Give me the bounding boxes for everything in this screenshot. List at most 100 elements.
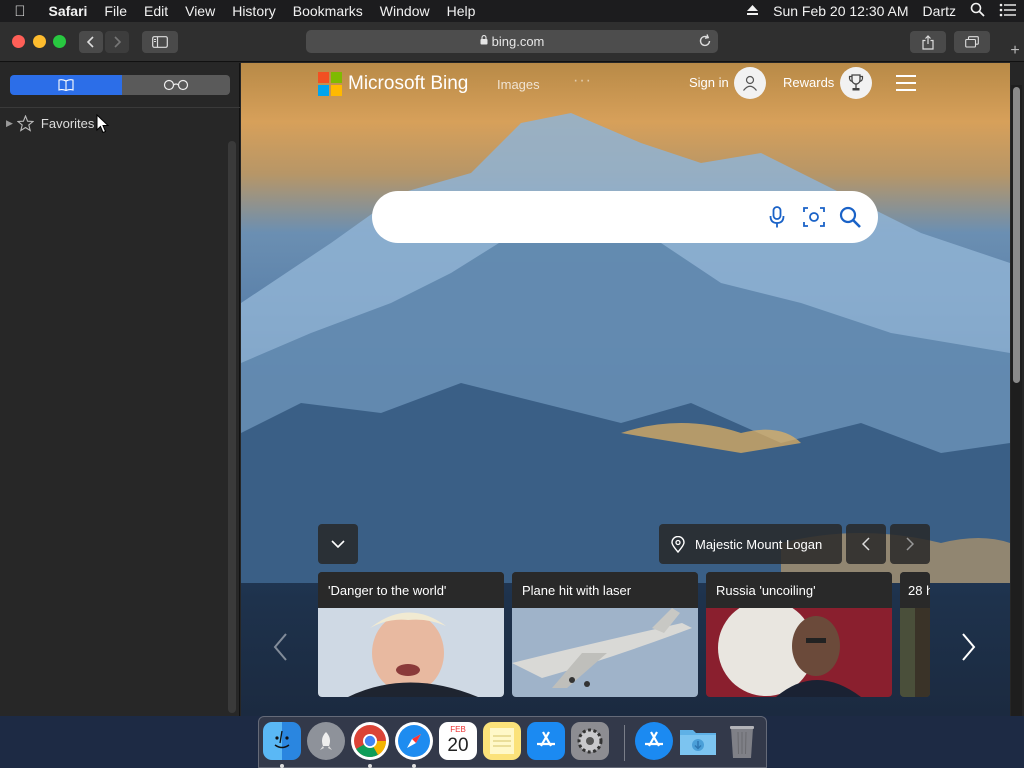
menu-view[interactable]: View [177, 3, 224, 19]
app-store-icon[interactable] [527, 722, 565, 760]
sidebar-scrollbar[interactable] [228, 141, 236, 713]
page-scrollbar[interactable] [1011, 85, 1022, 716]
bing-logo[interactable]: Microsoft Bing [318, 72, 468, 96]
glasses-icon [163, 79, 189, 91]
browser-toolbar: bing.com + [0, 22, 1024, 62]
location-pin-icon [671, 535, 685, 553]
launchpad-icon[interactable] [307, 722, 345, 760]
chevron-left-icon [86, 36, 94, 48]
chevron-right-icon [114, 36, 122, 48]
safari-icon[interactable] [395, 722, 433, 760]
app-store-downloads-icon[interactable] [635, 722, 673, 760]
carousel-prev-button[interactable] [268, 629, 292, 665]
system-preferences-icon[interactable] [571, 722, 609, 760]
news-card[interactable]: Russia 'uncoiling' [706, 572, 892, 697]
news-card-title: 28 h [900, 572, 930, 608]
control-center-icon[interactable] [992, 3, 1024, 20]
news-card-title: Plane hit with laser [512, 572, 698, 608]
eject-icon[interactable] [739, 3, 766, 19]
collapse-feed-button[interactable] [318, 524, 358, 564]
book-icon [58, 79, 74, 91]
microsoft-logo-icon [318, 72, 342, 96]
reload-icon[interactable] [697, 33, 713, 49]
news-card[interactable]: 28 h [900, 572, 930, 697]
star-icon [16, 115, 34, 132]
menu-bookmarks[interactable]: Bookmarks [284, 3, 371, 19]
finder-icon[interactable] [263, 722, 301, 760]
spotlight-icon[interactable] [963, 2, 992, 20]
menu-help[interactable]: Help [438, 3, 484, 19]
carousel-next-button[interactable] [957, 629, 981, 665]
web-content: Microsoft Bing Images ··· Sign in Reward… [241, 63, 1010, 716]
visual-search-icon[interactable] [801, 204, 827, 230]
lock-icon [480, 35, 488, 48]
previous-image-button[interactable] [846, 524, 886, 564]
mouse-cursor-icon [96, 114, 110, 134]
bing-logo-text: Microsoft Bing [348, 73, 469, 94]
share-button[interactable] [910, 31, 946, 53]
fullscreen-window-button[interactable] [53, 35, 66, 48]
microphone-icon[interactable] [764, 204, 790, 230]
dock: FEB 20 [258, 716, 767, 768]
close-window-button[interactable] [12, 35, 25, 48]
back-button[interactable] [79, 31, 103, 53]
sign-in-link[interactable]: Sign in [689, 75, 729, 90]
safari-window: bing.com + ▶ Favorites Microsoft Bing Im… [0, 22, 1024, 716]
menu-history[interactable]: History [224, 3, 285, 19]
address-bar[interactable]: bing.com [306, 30, 718, 53]
notes-icon[interactable] [483, 722, 521, 760]
image-location-button[interactable]: Majestic Mount Logan [659, 524, 842, 564]
trophy-icon [848, 74, 864, 91]
bookmarks-tab[interactable] [10, 75, 122, 95]
chevron-left-icon [273, 633, 287, 661]
news-card-image [900, 608, 930, 697]
rewards-link[interactable]: Rewards [783, 75, 834, 90]
menu-clock[interactable]: Sun Feb 20 12:30 AM [766, 3, 915, 19]
more-menu-icon[interactable]: ··· [573, 72, 592, 90]
disclosure-triangle-icon[interactable]: ▶ [6, 118, 13, 129]
running-indicator [412, 764, 416, 768]
favorites-folder[interactable]: ▶ Favorites [6, 115, 94, 132]
calendar-month: FEB [450, 725, 466, 734]
news-card-image [318, 608, 504, 697]
share-icon [922, 34, 934, 50]
hamburger-menu-icon[interactable] [896, 75, 916, 91]
menu-app-name[interactable]: Safari [40, 3, 96, 19]
menu-bar:  Safari File Edit View History Bookmark… [0, 0, 1024, 22]
running-indicator [280, 764, 284, 768]
avatar[interactable] [734, 67, 766, 99]
search-icon[interactable] [837, 204, 863, 230]
news-card-image [512, 608, 698, 697]
menu-file[interactable]: File [96, 3, 136, 19]
news-card[interactable]: Plane hit with laser [512, 572, 698, 697]
reading-list-tab[interactable] [122, 75, 230, 95]
new-tab-button[interactable]: + [1006, 42, 1024, 60]
toggle-sidebar-button[interactable] [142, 31, 178, 53]
tab-overview-button[interactable] [954, 31, 990, 53]
downloads-folder-icon[interactable] [679, 722, 717, 760]
scrollbar-thumb[interactable] [1013, 87, 1020, 383]
chevron-down-icon [331, 540, 345, 548]
chevron-right-icon [906, 537, 914, 551]
menu-user[interactable]: Dartz [916, 3, 963, 19]
sidebar-divider [0, 107, 240, 108]
forward-button[interactable] [105, 31, 129, 53]
minimize-window-button[interactable] [33, 35, 46, 48]
chrome-icon[interactable] [351, 722, 389, 760]
chevron-right-icon [962, 633, 976, 661]
menu-edit[interactable]: Edit [135, 3, 176, 19]
chevron-left-icon [862, 537, 870, 551]
apple-icon[interactable]:  [0, 3, 40, 20]
menu-window[interactable]: Window [371, 3, 438, 19]
trash-icon[interactable] [723, 722, 761, 760]
news-card-title: Russia 'uncoiling' [706, 572, 892, 608]
news-card-title: 'Danger to the world' [318, 572, 504, 608]
news-card[interactable]: 'Danger to the world' [318, 572, 504, 697]
rewards-button[interactable] [840, 67, 872, 99]
search-input[interactable] [372, 191, 878, 243]
images-link[interactable]: Images [497, 77, 540, 92]
next-image-button[interactable] [890, 524, 930, 564]
location-label: Majestic Mount Logan [695, 536, 823, 552]
calendar-icon[interactable]: FEB 20 [439, 722, 477, 760]
mountain-background [241, 113, 1010, 583]
